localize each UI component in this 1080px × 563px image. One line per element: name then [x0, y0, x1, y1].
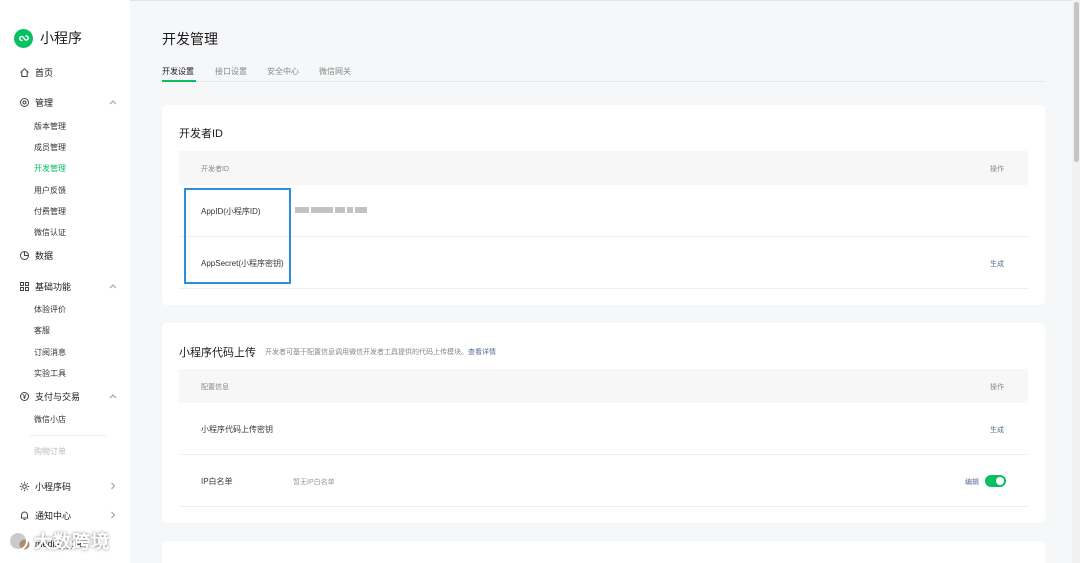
col-header-config: 配置信息 — [201, 384, 229, 391]
sidebar-item-manage[interactable]: 管理 — [18, 96, 118, 109]
gear-icon — [18, 97, 30, 109]
sidebar: 小程序 首页 管理 版本管理 成员管理 开发管理 用户反馈 付费管理 微信认证 … — [0, 0, 130, 563]
sidebar-item-pay[interactable]: 支付与交易 — [18, 390, 118, 403]
dev-id-card: 开发者ID 开发者ID 操作 AppID(小程序ID) AppSecret(小程… — [162, 105, 1045, 305]
app-logo[interactable]: 小程序 — [14, 28, 82, 48]
sidebar-item-label: 支付与交易 — [35, 392, 81, 402]
sidebar-item-label: 通知中心 — [35, 511, 72, 521]
card-title: 小程序代码上传 — [179, 347, 256, 359]
app-title: 小程序 — [40, 30, 82, 46]
tab-gateway[interactable]: 微信网关 — [319, 66, 351, 77]
sidebar-item-orders[interactable]: 购物订单 — [34, 446, 66, 457]
sidebar-item-basic[interactable]: 基础功能 — [18, 280, 118, 293]
watermark-text: 大数跨境 — [34, 532, 110, 552]
upload-card: 小程序代码上传 开发者可基于配置信息调用微信开发者工具提供的代码上传模块。查看详… — [162, 323, 1045, 523]
ip-whitelist-toggle[interactable] — [985, 475, 1006, 487]
chevron-up-icon — [108, 280, 118, 292]
sidebar-item-notify[interactable]: 通知中心 — [18, 509, 118, 522]
col-header-id: 开发者ID — [201, 166, 229, 173]
home-icon — [18, 67, 30, 79]
tab-bar: 开发设置 接口设置 安全中心 微信网关 — [162, 62, 1045, 82]
col-header-action: 操作 — [990, 166, 1004, 173]
sidebar-item-qrcode[interactable]: 小程序码 — [18, 480, 118, 493]
yuan-coin-icon — [18, 391, 30, 403]
sidebar-item-data[interactable]: 数据 — [18, 249, 118, 262]
sidebar-item-subscribe[interactable]: 订阅消息 — [34, 347, 66, 358]
sidebar-item-service[interactable]: 客服 — [34, 325, 50, 336]
description-text: 开发者可基于配置信息调用微信开发者工具提供的代码上传模块。 — [265, 349, 468, 356]
sidebar-item-feedback[interactable]: 用户反馈 — [34, 185, 66, 196]
chevron-right-icon — [108, 509, 118, 521]
sidebar-item-label: 首页 — [35, 68, 54, 78]
table-row: 小程序代码上传密钥 生成 — [179, 403, 1028, 455]
bell-icon — [18, 510, 30, 522]
sidebar-item-version[interactable]: 版本管理 — [34, 121, 66, 132]
grid-icon — [18, 281, 30, 293]
chevron-up-icon — [108, 96, 118, 108]
generate-secret-link[interactable]: 生成 — [990, 259, 1004, 269]
sidebar-item-label: 基础功能 — [35, 282, 72, 292]
watermark: 大数跨境 — [8, 528, 110, 554]
sidebar-item-members[interactable]: 成员管理 — [34, 142, 66, 153]
sidebar-item-label: 管理 — [35, 98, 54, 108]
sidebar-item-review[interactable]: 体验评价 — [34, 304, 66, 315]
sidebar-item-paid[interactable]: 付费管理 — [34, 206, 66, 217]
ip-whitelist-value: 暂无IP白名单 — [293, 479, 335, 486]
appid-value-redacted — [295, 206, 375, 214]
chevron-up-icon — [108, 390, 118, 402]
sidebar-item-verify[interactable]: 微信认证 — [34, 227, 66, 238]
sidebar-item-dev-manage[interactable]: 开发管理 — [34, 163, 66, 174]
edit-ip-whitelist-link[interactable]: 编辑 — [965, 477, 979, 487]
ip-whitelist-label: IP白名单 — [201, 477, 233, 486]
card-description: 开发者可基于配置信息调用微信开发者工具提供的代码上传模块。查看详情 — [265, 347, 496, 357]
table-row: AppSecret(小程序密钥) 生成 — [179, 237, 1028, 289]
pie-chart-icon — [18, 250, 30, 262]
scrollbar-thumb[interactable] — [1074, 2, 1079, 162]
tab-security[interactable]: 安全中心 — [267, 66, 299, 77]
sidebar-divider — [30, 435, 106, 436]
top-border — [0, 0, 1080, 1]
page-title: 开发管理 — [162, 31, 218, 47]
sidebar-item-home[interactable]: 首页 — [18, 66, 118, 79]
tab-api-settings[interactable]: 接口设置 — [215, 66, 247, 77]
tab-dev-settings[interactable]: 开发设置 — [162, 66, 194, 77]
active-tab-indicator — [162, 80, 196, 82]
sidebar-item-shop[interactable]: 微信小店 — [34, 414, 66, 425]
sun-icon — [18, 481, 30, 493]
view-details-link[interactable]: 查看详情 — [468, 349, 496, 356]
sidebar-item-label: 小程序码 — [35, 482, 72, 492]
watermark-logo-icon — [8, 531, 28, 551]
sidebar-item-label: 数据 — [35, 251, 54, 261]
col-header-action: 操作 — [990, 384, 1004, 391]
table-header: 开发者ID 操作 — [179, 151, 1028, 185]
miniprogram-logo-icon — [14, 28, 33, 48]
scrollbar[interactable] — [1072, 0, 1080, 563]
upload-key-label: 小程序代码上传密钥 — [201, 425, 273, 434]
table-row: IP白名单 暂无IP白名单 编辑 — [179, 455, 1028, 507]
highlight-box — [184, 188, 291, 284]
table-header: 配置信息 操作 — [179, 369, 1028, 403]
chevron-right-icon — [108, 480, 118, 492]
card-title: 开发者ID — [179, 128, 223, 140]
next-card — [162, 541, 1045, 563]
generate-upload-key-link[interactable]: 生成 — [990, 425, 1004, 435]
sidebar-item-experiment[interactable]: 实验工具 — [34, 368, 66, 379]
